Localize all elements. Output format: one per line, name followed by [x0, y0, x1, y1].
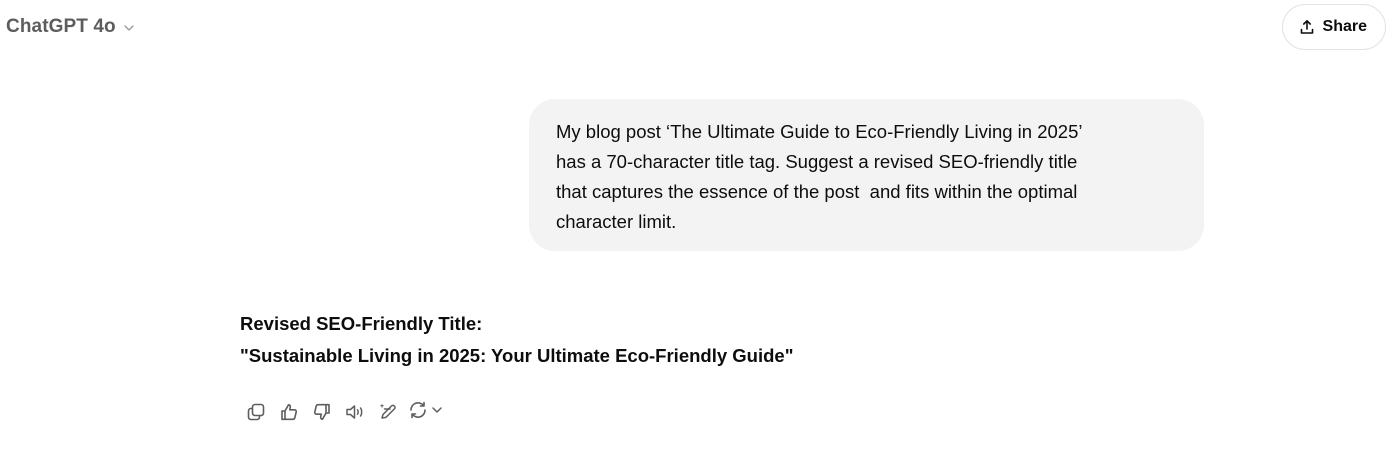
regenerate-button[interactable] — [407, 400, 444, 425]
top-bar: ChatGPT 4o Share — [0, 0, 1400, 60]
copy-icon[interactable] — [242, 398, 270, 426]
share-button[interactable]: Share — [1281, 4, 1386, 50]
edit-canvas-icon[interactable] — [374, 398, 402, 426]
chevron-down-icon — [122, 21, 136, 35]
share-icon — [1299, 19, 1315, 35]
message-actions — [242, 398, 444, 426]
read-aloud-icon[interactable] — [341, 398, 369, 426]
thumbs-up-icon[interactable] — [275, 398, 303, 426]
assistant-message: Revised SEO-Friendly Title: "Sustainable… — [240, 308, 1140, 372]
assistant-suggested-title: "Sustainable Living in 2025: Your Ultima… — [240, 345, 794, 366]
model-switcher[interactable]: ChatGPT 4o — [6, 16, 136, 38]
regenerate-icon — [407, 400, 429, 425]
chevron-down-icon — [430, 403, 444, 422]
assistant-heading: Revised SEO-Friendly Title: — [240, 313, 483, 334]
user-message-bubble: My blog post ‘The Ultimate Guide to Eco-… — [529, 99, 1204, 251]
model-name: ChatGPT 4o — [6, 16, 116, 37]
share-label: Share — [1322, 18, 1367, 35]
thumbs-down-icon[interactable] — [308, 398, 336, 426]
chat-page: ChatGPT 4o Share My blog post ‘The Ultim… — [0, 0, 1400, 452]
